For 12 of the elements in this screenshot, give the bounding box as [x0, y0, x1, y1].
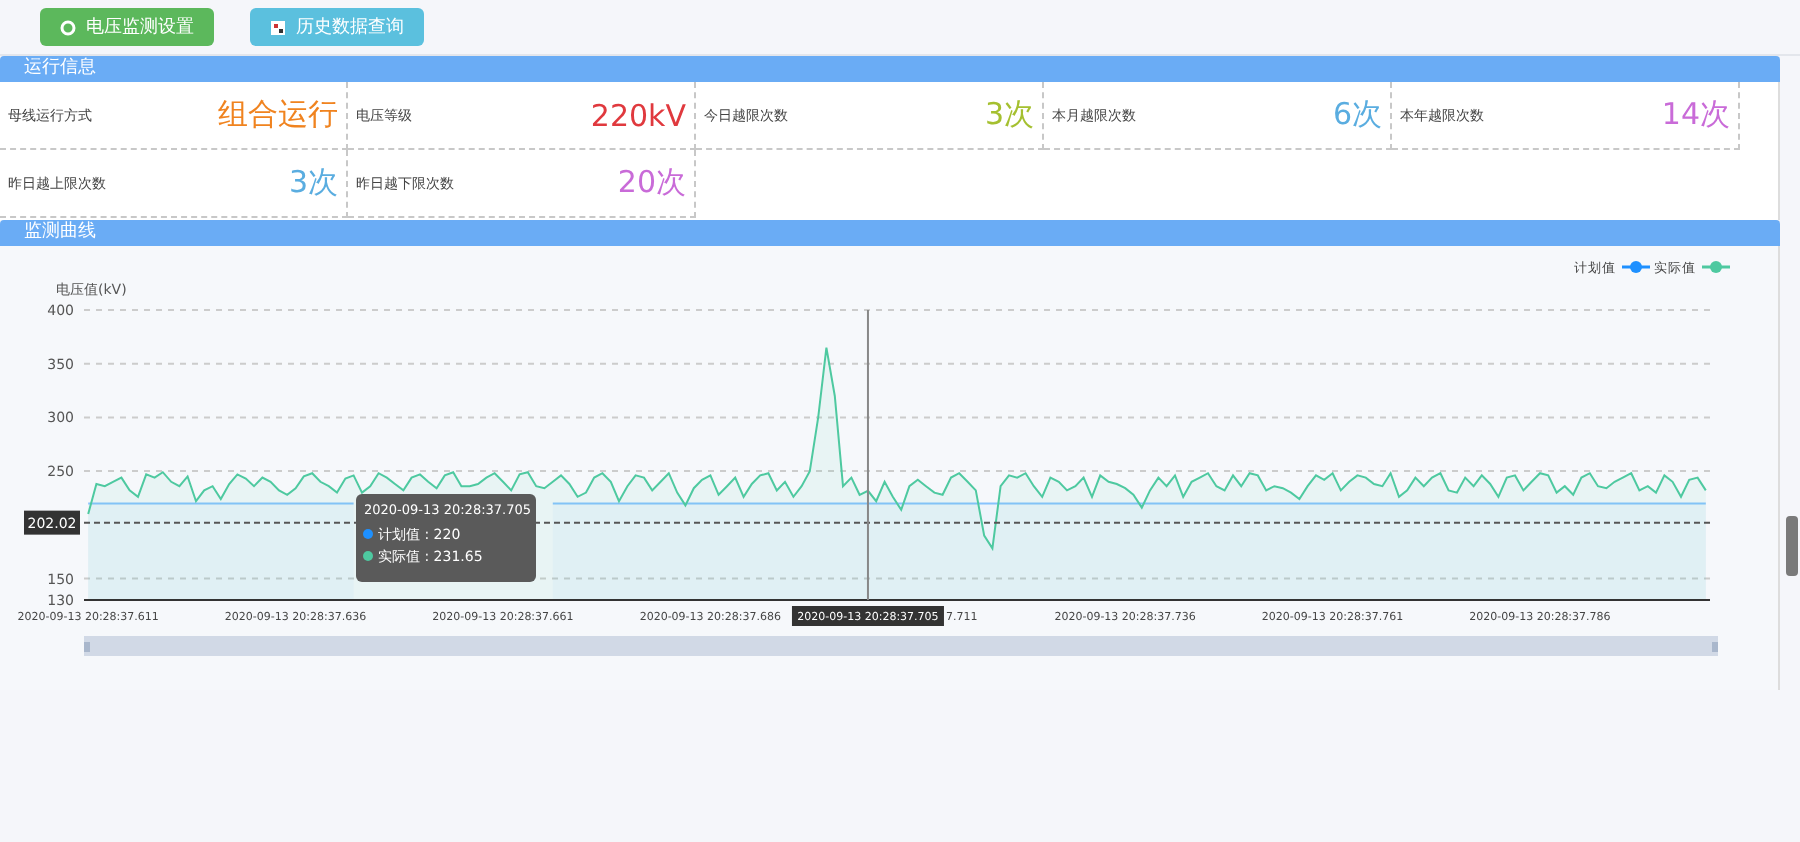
info-value: 6次 — [1332, 96, 1382, 134]
info-value: 组合运行 — [218, 96, 338, 134]
info-value: 220kV — [590, 97, 686, 133]
info-value: 3次 — [288, 164, 338, 202]
info-value: 14次 — [1661, 96, 1730, 134]
section-header: 运行信息 — [0, 56, 1780, 82]
info-value: 20次 — [617, 164, 686, 202]
grid-icon — [270, 19, 286, 35]
zoom-slider[interactable] — [84, 636, 1718, 656]
section-header: 监测曲线 — [0, 220, 1780, 246]
info-value: 3次 — [984, 96, 1034, 134]
scroll-handle[interactable] — [1786, 516, 1798, 576]
